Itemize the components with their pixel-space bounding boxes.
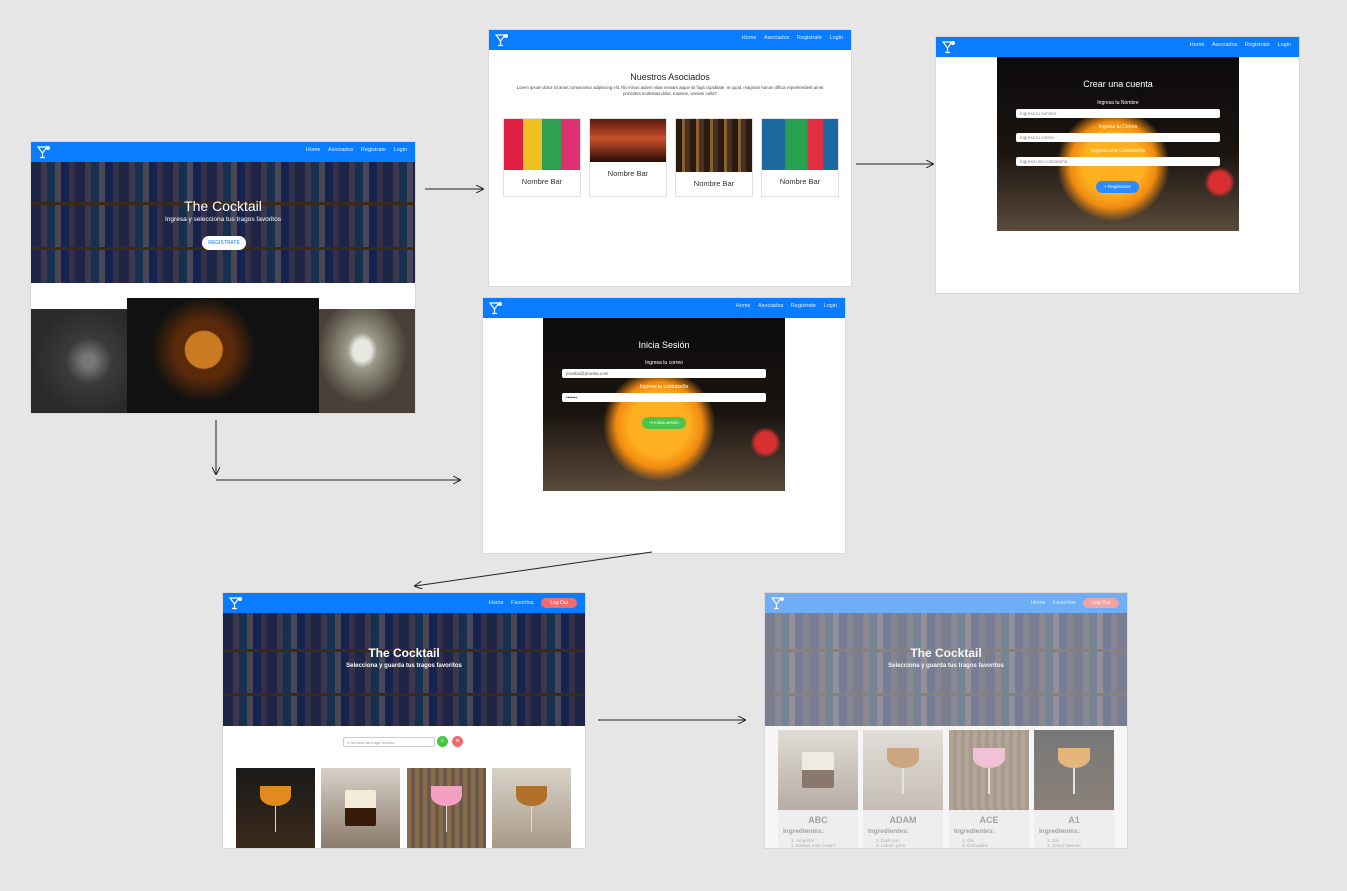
arrow-login-to-dashboard (415, 551, 653, 586)
flow-arrows (0, 0, 1347, 891)
